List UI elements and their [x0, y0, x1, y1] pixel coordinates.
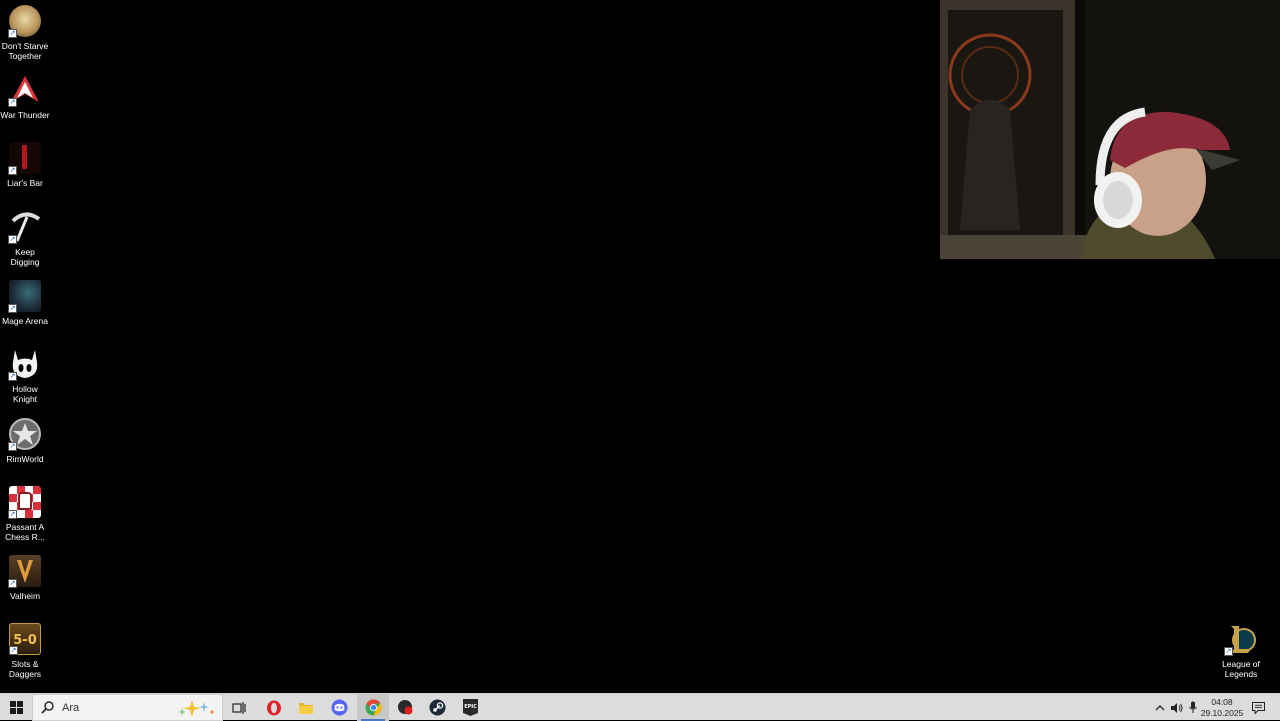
rimworld-icon: ↗	[8, 418, 41, 451]
desktop-icon-label: Valheim	[9, 591, 41, 601]
epic-games-icon: EPIC	[462, 699, 478, 716]
taskbar-app-chrome[interactable]	[357, 694, 389, 721]
desktop-icon-dont-starve-together[interactable]: ↗ Don't Starve Together	[0, 5, 50, 61]
taskbar-app-file-explorer[interactable]	[292, 694, 320, 721]
war-thunder-icon: ↗	[8, 74, 41, 107]
webcam-overlay	[940, 0, 1280, 259]
steam-icon	[429, 699, 445, 716]
search-input[interactable]	[60, 700, 174, 715]
desktop-icon-label: Don't Starve Together	[1, 41, 49, 61]
desktop-icon-label: Slots & Daggers	[8, 659, 42, 679]
webcam-feed-image	[940, 0, 1280, 259]
clock-date: 29.10.2025	[1200, 707, 1244, 718]
desktop-icon-label: League of Legends	[1222, 659, 1260, 679]
taskbar-app-steam[interactable]	[423, 694, 451, 721]
desktop-icon-liars-bar[interactable]: ↗ Liar's Bar	[0, 142, 50, 188]
league-of-legends-icon: ↗	[1224, 623, 1257, 656]
microphone-icon	[1188, 701, 1197, 713]
taskbar-search-box[interactable]	[32, 694, 223, 721]
microphone-button[interactable]	[1185, 694, 1200, 721]
dont-starve-together-icon: ↗	[8, 5, 41, 38]
chevron-up-icon	[1155, 704, 1165, 710]
desktop-icon-war-thunder[interactable]: ↗ War Thunder	[0, 74, 50, 120]
desktop-icon-label: Keep Digging	[10, 247, 40, 267]
desktop-icon-keep-digging[interactable]: ↗ Keep Digging	[0, 211, 50, 267]
windows-start-icon	[9, 701, 23, 714]
hollow-knight-icon: ↗	[8, 348, 41, 381]
folder-icon	[299, 702, 313, 714]
opera-icon	[267, 700, 281, 715]
svg-text:EPIC: EPIC	[464, 704, 477, 710]
notification-center-button[interactable]	[1248, 694, 1268, 721]
taskbar-app-task-view[interactable]	[227, 694, 251, 721]
desktop-icon-label: War Thunder	[0, 110, 50, 120]
speaker-icon	[1170, 702, 1182, 713]
desktop-icon-rimworld[interactable]: ↗ RimWorld	[0, 418, 50, 464]
record-app-icon	[397, 700, 412, 715]
desktop-icon-league-of-legends[interactable]: ↗ League of Legends	[1216, 623, 1266, 679]
chrome-icon	[365, 699, 381, 716]
desktop-icon-label: Hollow Knight	[12, 384, 38, 404]
passant-chess-icon: ↗	[8, 486, 41, 519]
notification-icon	[1251, 701, 1265, 714]
taskbar-app-epic-games[interactable]: EPIC	[456, 694, 484, 721]
taskbar-app-opera[interactable]	[260, 694, 288, 721]
desktop-icon-label: RimWorld	[6, 454, 44, 464]
volume-button[interactable]	[1168, 694, 1185, 721]
task-view-icon	[232, 701, 246, 714]
liars-bar-icon: ↗	[8, 142, 41, 175]
keep-digging-icon: ↗	[8, 211, 41, 244]
desktop-icon-slots-and-daggers[interactable]: 5-0 ↗ Slots & Daggers	[0, 623, 50, 679]
desktop-icon-mage-arena[interactable]: ↗ Mage Arena	[0, 280, 50, 326]
taskbar: EPIC 04:08 29.10.2025	[0, 693, 1280, 721]
discord-icon	[331, 699, 347, 716]
show-hidden-icons-button[interactable]	[1152, 694, 1168, 721]
search-icon	[41, 701, 54, 714]
desktop-icon-label: Liar's Bar	[7, 178, 43, 188]
mage-arena-icon: ↗	[8, 280, 41, 313]
valheim-icon: ↗	[8, 555, 41, 588]
slots-and-daggers-icon: 5-0 ↗	[9, 623, 41, 655]
desktop-icon-passant-chess[interactable]: ↗ Passant A Chess R...	[0, 486, 50, 542]
start-button[interactable]	[0, 694, 32, 721]
taskbar-app-record[interactable]	[391, 694, 419, 721]
desktop-icon-hollow-knight[interactable]: ↗ Hollow Knight	[0, 348, 50, 404]
search-highlight-icon	[178, 699, 214, 717]
taskbar-app-discord[interactable]	[325, 694, 353, 721]
clock-time: 04:08	[1211, 696, 1233, 707]
desktop-icon-label: Mage Arena	[2, 316, 48, 326]
clock-button[interactable]: 04:08 29.10.2025	[1200, 694, 1244, 721]
desktop-icon-valheim[interactable]: ↗ Valheim	[0, 555, 50, 601]
desktop-icon-label: Passant A Chess R...	[5, 522, 45, 542]
